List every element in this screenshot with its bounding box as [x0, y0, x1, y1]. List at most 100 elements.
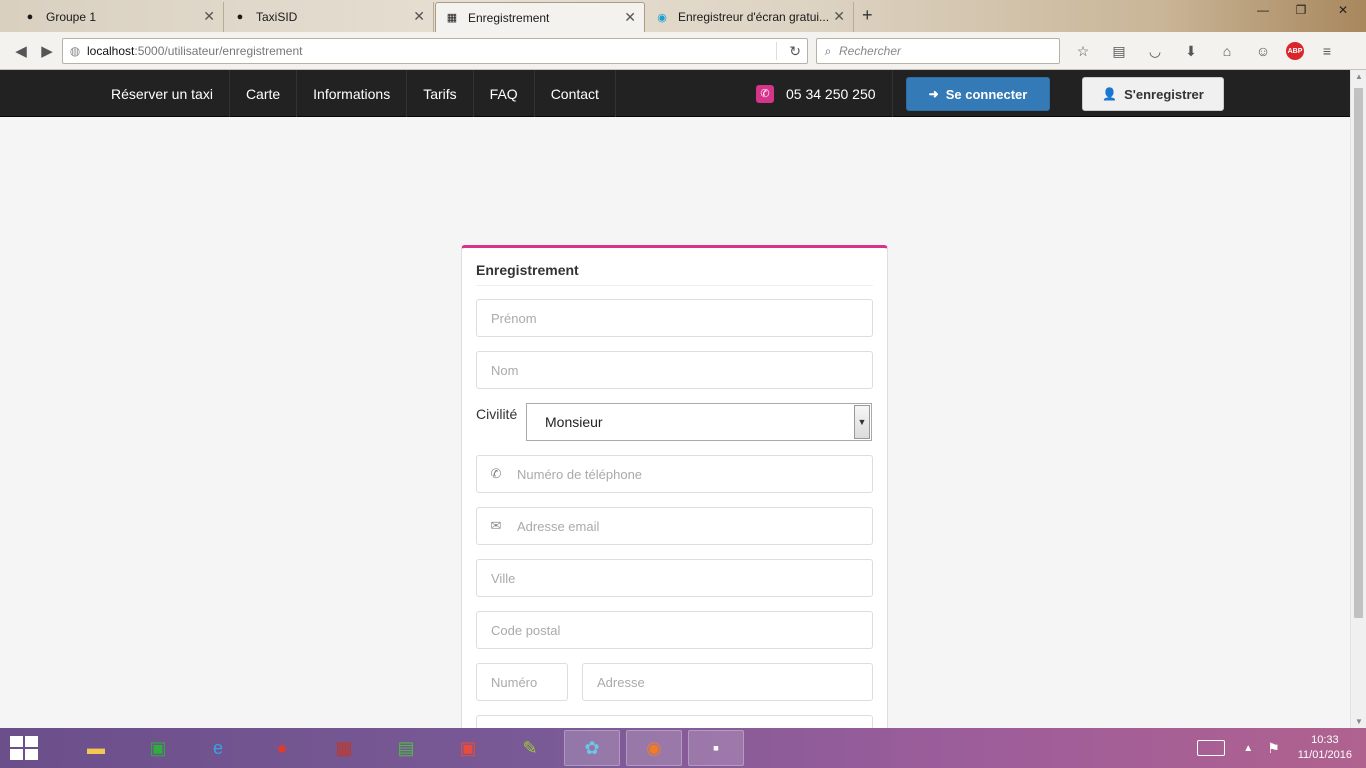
civility-value: Monsieur [545, 414, 603, 430]
home-icon[interactable]: ⌂ [1214, 40, 1240, 62]
close-icon[interactable]: ✕ [413, 8, 425, 25]
lastname-field[interactable]: Nom [476, 351, 873, 389]
internet-explorer-icon[interactable]: e [190, 730, 246, 766]
phone-field[interactable]: ✆ Numéro de téléphone [476, 455, 873, 493]
windows-start-icon[interactable] [10, 736, 38, 760]
tray-expand-icon[interactable]: ▲ [1243, 743, 1253, 754]
url-bar[interactable]: ◍ localhost :5000/utilisateur/enregistre… [62, 38, 808, 64]
nav-contact[interactable]: Contact [535, 70, 616, 117]
civility-label: Civilité [476, 406, 518, 422]
zip-placeholder: Code postal [491, 622, 561, 638]
zip-field[interactable]: Code postal [476, 611, 873, 649]
login-label: Se connecter [945, 86, 1028, 102]
globe-icon: ◍ [69, 44, 81, 58]
close-icon[interactable]: ✕ [833, 8, 845, 25]
civility-select[interactable]: Monsieur ▼ [526, 403, 872, 441]
scroll-up-icon[interactable]: ▲ [1351, 72, 1366, 81]
phone-icon: ✆ [490, 466, 502, 481]
bookmarks-list-icon[interactable]: ▤ [1106, 40, 1132, 62]
close-icon[interactable]: ✕ [624, 9, 636, 26]
tab-groupe-1[interactable]: ● Groupe 1 ✕ [14, 2, 224, 32]
site-header: Réserver un taxi Carte Informations Tari… [0, 70, 1350, 117]
new-tab-button[interactable]: + [862, 5, 873, 26]
firstname-field[interactable]: Prénom [476, 299, 873, 337]
envelope-icon: ✉ [490, 518, 502, 533]
firstname-placeholder: Prénom [491, 310, 537, 326]
city-field[interactable]: Ville [476, 559, 873, 597]
nav-carte[interactable]: Carte [230, 70, 298, 117]
street-number-field[interactable]: Numéro [476, 663, 568, 701]
window-close-icon[interactable]: ✕ [1320, 0, 1366, 20]
address-field[interactable]: Adresse [582, 663, 873, 701]
restore-icon[interactable]: ❐ [1282, 0, 1320, 20]
terminal-icon[interactable]: ▪ [688, 730, 744, 766]
site-favicon: ▦ [446, 12, 458, 24]
registration-panel: Enregistrement Prénom Nom Civilité Monsi… [461, 245, 888, 753]
app-icon[interactable]: ✿ [564, 730, 620, 766]
nav-tarifs[interactable]: Tarifs [407, 70, 474, 117]
chrome-icon[interactable]: ● [254, 730, 310, 766]
winrar-icon[interactable]: ▦ [316, 730, 372, 766]
user-plus-icon: 👤 [1102, 87, 1118, 101]
pocket-icon[interactable]: ◡ [1142, 40, 1168, 62]
adblock-icon[interactable]: ABP [1286, 42, 1304, 60]
forward-arrow-icon[interactable]: ▶ [34, 38, 60, 64]
clock-date: 11/01/2016 [1297, 749, 1352, 761]
scroll-thumb[interactable] [1354, 88, 1363, 618]
window-controls: ― ❐ ✕ [1244, 0, 1366, 20]
close-icon[interactable]: ✕ [203, 8, 215, 25]
search-bar[interactable]: ⌕ Rechercher [816, 38, 1060, 64]
menu-icon[interactable]: ≡ [1314, 40, 1340, 62]
clock-time: 10:33 [1311, 734, 1339, 746]
phone-placeholder: Numéro de téléphone [517, 466, 643, 482]
url-separator [776, 42, 777, 60]
address-placeholder: Adresse [597, 674, 645, 690]
tab-enregistreur[interactable]: ◉ Enregistreur d'écran gratui... ✕ [646, 2, 854, 32]
tab-label: Groupe 1 [46, 10, 97, 24]
back-arrow-icon[interactable]: ◀ [8, 38, 34, 64]
windows-taskbar: ▬ ▣ e ● ▦ ▤ ▣ ✎ ✿ ◉ ▪ ▲ ⚑ 10:33 11/01/20… [0, 728, 1366, 768]
nav-reserver[interactable]: Réserver un taxi [95, 70, 230, 117]
file-explorer-icon[interactable]: ▬ [68, 730, 124, 766]
search-placeholder: Rechercher [839, 44, 902, 58]
tab-taxisid[interactable]: ● TaxiSID ✕ [224, 2, 434, 32]
download-icon[interactable]: ⬇ [1178, 40, 1204, 62]
reload-icon[interactable]: ↻ [789, 43, 801, 60]
lastname-placeholder: Nom [491, 362, 519, 378]
phone-icon: ✆ [756, 84, 774, 103]
tab-enregistrement[interactable]: ▦ Enregistrement ✕ [435, 2, 645, 32]
sign-in-icon: ➜ [928, 87, 939, 101]
action-center-icon[interactable]: ⚑ [1267, 740, 1280, 757]
keyboard-icon[interactable] [1197, 740, 1226, 756]
panel-title: Enregistrement [476, 262, 579, 278]
notepad-icon[interactable]: ✎ [502, 730, 558, 766]
page-scrollbar[interactable]: ▲ ▼ [1350, 70, 1366, 728]
bookmark-star-icon[interactable]: ☆ [1070, 40, 1096, 62]
camera-icon: ◉ [657, 11, 667, 24]
number-placeholder: Numéro [491, 674, 538, 690]
clock[interactable]: 10:33 11/01/2016 [1298, 733, 1352, 763]
minimize-icon[interactable]: ― [1244, 0, 1282, 20]
chevron-down-icon: ▼ [854, 405, 870, 439]
register-label: S'enregistrer [1124, 86, 1204, 102]
screen-recorder-icon[interactable]: ▣ [440, 730, 496, 766]
scroll-down-icon[interactable]: ▼ [1351, 717, 1366, 726]
toolbar-icons: ☆ ▤ ◡ ⬇ ⌂ ☺ ABP ≡ [1070, 40, 1340, 62]
browser-toolbar: ◀ ▶ ◍ localhost :5000/utilisateur/enregi… [0, 32, 1366, 70]
hello-icon[interactable]: ☺ [1250, 40, 1276, 62]
email-field[interactable]: ✉ Adresse email [476, 507, 873, 545]
login-button[interactable]: ➜ Se connecter [906, 77, 1050, 111]
github-icon: ● [236, 11, 244, 23]
store-icon[interactable]: ▣ [130, 730, 186, 766]
nav-faq[interactable]: FAQ [474, 70, 535, 117]
calculator-icon[interactable]: ▤ [378, 730, 434, 766]
nav-informations[interactable]: Informations [297, 70, 408, 117]
phone-number: 05 34 250 250 [786, 85, 876, 102]
register-button[interactable]: 👤 S'enregistrer [1082, 77, 1224, 111]
tab-label: Enregistrement [468, 10, 550, 25]
firefox-icon[interactable]: ◉ [626, 730, 682, 766]
panel-divider [476, 285, 873, 286]
city-placeholder: Ville [491, 570, 516, 586]
tab-label: Enregistreur d'écran gratui... [678, 10, 830, 24]
system-tray: ▲ ⚑ 10:33 11/01/2016 [1197, 728, 1366, 768]
